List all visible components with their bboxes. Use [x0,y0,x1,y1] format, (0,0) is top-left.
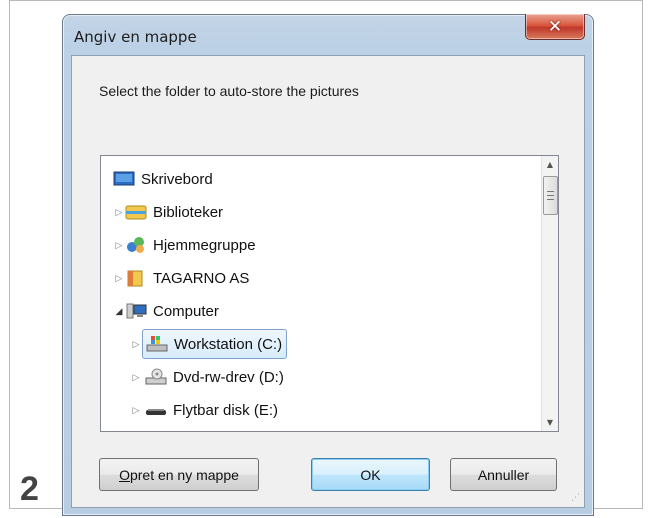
desktop-icon [113,170,135,188]
close-button[interactable]: ✕ [525,14,585,40]
expand-arrow-icon[interactable]: ▷ [130,372,142,383]
user-folder-icon [125,269,147,287]
selected-item-highlight[interactable]: Workstation (C:) [142,329,288,359]
scroll-up-arrow-icon[interactable]: ▲ [542,156,558,173]
dialog-client-area: Select the folder to auto-store the pict… [71,55,585,508]
tree-item-workstation-c[interactable]: ▷ Workstation (C:) [130,329,288,359]
folder-browse-dialog: Angiv en mappe ✕ Select the folder to au… [62,14,594,516]
collapse-arrow-icon[interactable]: ◢ [113,306,125,317]
tree-item-flytbar-disk-e[interactable]: ▷ Flytbar disk (E:) [130,397,278,423]
removable-disk-icon [145,401,167,419]
tree-item-label: Dvd-rw-drev (D:) [173,368,284,386]
expand-arrow-icon[interactable]: ▷ [113,240,125,251]
tree-item-skrivebord[interactable]: Skrivebord [113,166,213,192]
expand-arrow-icon[interactable]: ▷ [113,207,125,218]
cancel-button[interactable]: Annuller [450,458,557,491]
tree-vertical-scrollbar[interactable]: ▲ ▼ [541,156,558,431]
scroll-thumb[interactable] [543,176,558,215]
tree-item-label: Skrivebord [141,170,213,188]
scroll-down-arrow-icon[interactable]: ▼ [542,414,558,431]
tree-item-hjemmegruppe[interactable]: ▷ Hjemmegruppe [113,232,256,258]
new-folder-button[interactable]: Opret en ny mappe [99,458,259,491]
step-number: 2 [20,470,39,508]
tree-item-computer[interactable]: ◢ Computer [113,298,219,324]
expand-arrow-icon[interactable]: ▷ [130,339,142,350]
libraries-icon [125,203,147,221]
tree-item-label: Hjemmegruppe [153,236,256,254]
tree-item-dvd-rw-drev-d[interactable]: ▷ Dvd-rw-drev (D:) [130,364,284,390]
computer-icon [125,302,147,320]
tree-item-label: Computer [153,302,219,320]
new-folder-label: pret en ny mappe [129,466,239,483]
tree-item-label: TAGARNO AS [153,269,250,287]
grip-icon [547,191,554,200]
title-bar[interactable]: Angiv en mappe ✕ [63,14,593,55]
tree-item-label: Flytbar disk (E:) [173,401,279,419]
homegroup-icon [125,236,147,254]
close-icon: ✕ [547,16,563,37]
tree-item-label: Workstation (C:) [174,335,283,353]
expand-arrow-icon[interactable]: ▷ [113,273,125,284]
new-folder-mnemonic: O [119,466,130,483]
dvd-drive-icon [145,368,167,386]
tree-item-tagarno-as[interactable]: ▷ TAGARNO AS [113,265,249,291]
dialog-title: Angiv en mappe [74,28,197,46]
folder-tree[interactable]: Skrivebord ▷ Biblioteker ▷ Hjemmegruppe [100,155,559,432]
expand-arrow-icon[interactable]: ▷ [130,405,142,416]
tree-item-label: Biblioteker [153,203,224,221]
tree-item-biblioteker[interactable]: ▷ Biblioteker [113,199,224,225]
instruction-text: Select the folder to auto-store the pict… [99,83,359,99]
ok-button[interactable]: OK [311,458,430,491]
resize-grip-icon[interactable]: ⋰ [571,494,581,504]
drive-c-icon [146,335,168,353]
